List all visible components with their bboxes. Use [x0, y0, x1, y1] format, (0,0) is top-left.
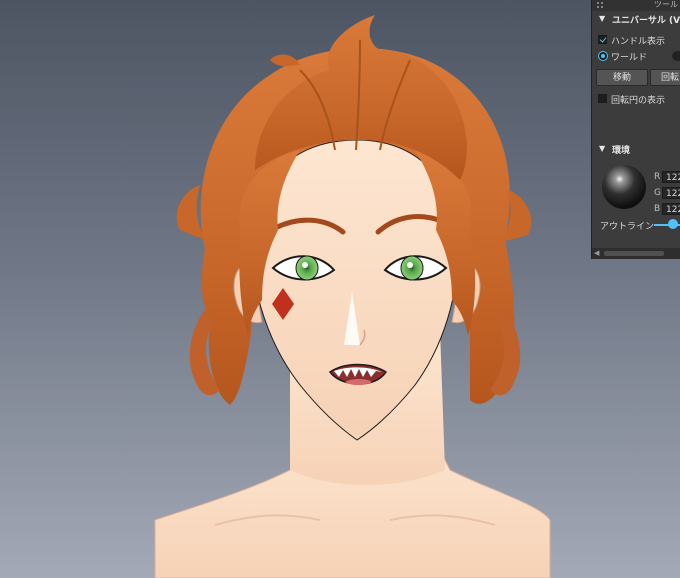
rotation-circle-row[interactable]: 回転円の表示 — [592, 92, 680, 106]
panel-title: ツール — [654, 0, 678, 9]
tool-panel: ツール ▼ ユニバーサル (V) ハンドル表示 ワールド 移動 回転 回転円の表… — [591, 0, 680, 259]
triangle-down-icon[interactable]: ▼ — [599, 14, 605, 23]
character-model[interactable] — [0, 0, 680, 578]
environment-section-label: 環境 — [612, 146, 631, 156]
r-value-field[interactable]: 122 — [662, 171, 680, 183]
r-label: R — [654, 172, 661, 182]
world-radio[interactable] — [598, 51, 608, 61]
universal-section-label: ユニバーサル (V) — [612, 16, 680, 26]
rotation-circle-label: 回転円の表示 — [611, 96, 666, 106]
g-label: G — [654, 188, 661, 198]
rotate-button[interactable]: 回転 — [650, 69, 680, 86]
3d-viewport[interactable] — [0, 0, 680, 578]
b-label: B — [654, 204, 661, 214]
world-toggle[interactable] — [672, 51, 680, 61]
grip-dots-icon[interactable] — [596, 1, 604, 9]
move-button[interactable]: 移動 — [596, 69, 648, 86]
handle-display-row[interactable]: ハンドル表示 — [592, 33, 680, 47]
handle-display-checkbox[interactable] — [598, 35, 607, 44]
outline-label: アウトライン — [600, 222, 655, 232]
scrollbar-thumb[interactable] — [604, 251, 664, 256]
b-value-field[interactable]: 122 — [662, 203, 680, 215]
environment-section-header[interactable]: ▼ 環境 — [592, 142, 680, 156]
universal-section-header[interactable]: ▼ ユニバーサル (V) — [592, 12, 680, 26]
environment-sphere-preview[interactable] — [602, 165, 646, 209]
world-row[interactable]: ワールド — [592, 49, 680, 63]
outline-slider-knob[interactable] — [668, 219, 678, 229]
arrow-left-icon[interactable]: ◀ — [594, 248, 599, 259]
g-value-field[interactable]: 122 — [662, 187, 680, 199]
world-label: ワールド — [611, 53, 648, 63]
handle-display-label: ハンドル表示 — [611, 37, 666, 47]
rotation-circle-checkbox[interactable] — [598, 94, 607, 103]
panel-horizontal-scrollbar[interactable]: ◀ — [592, 248, 680, 259]
triangle-down-icon[interactable]: ▼ — [599, 144, 605, 153]
panel-titlebar[interactable]: ツール — [592, 0, 680, 11]
hair-tuft — [270, 54, 300, 67]
